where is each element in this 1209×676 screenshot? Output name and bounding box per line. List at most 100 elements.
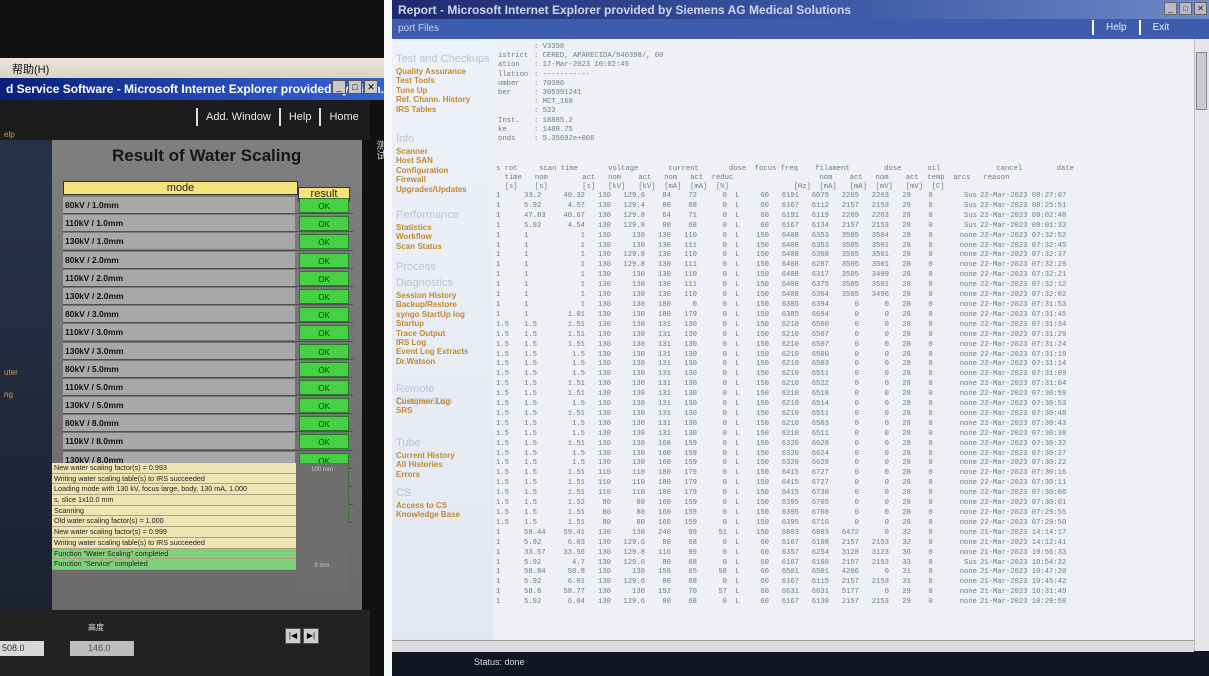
table-cell: 0 — [884, 390, 889, 399]
table-cell: 130 — [632, 429, 645, 438]
table-cell: 129.6 — [623, 558, 645, 567]
menu-help[interactable]: 帮助(H) — [12, 64, 49, 76]
table-cell: 2157 — [841, 538, 859, 547]
sidebar-link[interactable]: Current History — [396, 451, 455, 460]
previous-icon[interactable]: |◀ — [285, 628, 301, 644]
tab-help[interactable]: Help — [1092, 20, 1139, 35]
sidebar-link[interactable]: Scan Status — [396, 242, 442, 251]
table-cell: 28 — [902, 251, 911, 260]
mode-cell: 130kV / 3.0mm — [63, 342, 295, 359]
sidebar-link[interactable]: SRS — [396, 406, 412, 415]
table-cell: 6287 — [811, 261, 829, 270]
table-cell: none — [959, 578, 977, 587]
maximize-icon[interactable]: □ — [1179, 2, 1192, 15]
table-cell: L — [735, 211, 740, 220]
close-icon[interactable]: ✕ — [364, 80, 378, 94]
table-cell: none — [959, 489, 977, 498]
sidebar-link[interactable]: Ref. Chann. History — [396, 95, 470, 104]
table-cell: 0 — [854, 330, 859, 339]
horizontal-scrollbar[interactable] — [392, 640, 1194, 652]
table-cell: 150 — [756, 320, 769, 329]
table-cell: 1 — [580, 300, 585, 309]
next-icon[interactable]: ▶| — [303, 628, 319, 644]
table-cell: L — [735, 499, 740, 508]
table-cell: 6727 — [811, 479, 829, 488]
table-cell: 6317 — [811, 271, 829, 280]
table-cell: 0 — [722, 211, 727, 220]
side-link[interactable]: uter — [4, 368, 18, 377]
table-cell: none — [959, 251, 977, 260]
table-row: 1 1 1 130 130 130 110 0 L 150 6408 6317 3505 3499 28 0 n… — [496, 271, 1090, 281]
table-cell: 1.5 — [524, 469, 537, 478]
table-cell: 1.51 — [567, 340, 585, 349]
table-cell: 22-Mar-2023 07:30:01 — [980, 499, 1067, 508]
sidebar-link[interactable]: IRS Log — [396, 338, 426, 347]
sidebar-link[interactable]: Scanner — [396, 147, 428, 156]
scrollbar-thumb[interactable] — [1196, 52, 1207, 110]
table-cell: 28 — [902, 390, 911, 399]
log-entry: Writing water scaling table(s) to IRS su… — [52, 473, 296, 485]
value-field-2[interactable]: 146.0 — [70, 641, 134, 656]
table-cell: 2157 — [841, 221, 859, 230]
sidebar-link[interactable]: Trace Output — [396, 329, 445, 338]
sidebar-link[interactable]: Backup/Restore — [396, 300, 457, 309]
table-cell: 130 — [598, 192, 611, 200]
table-cell: 2153 — [871, 201, 889, 210]
sidebar-link[interactable]: Errors — [396, 470, 420, 479]
table-cell: 84 — [662, 192, 671, 200]
sidebar-link[interactable]: Event Log Extracts — [396, 347, 468, 356]
tab-help[interactable]: Help — [278, 108, 320, 126]
table-cell: 150 — [756, 409, 769, 418]
sidebar-link[interactable]: Quality Assurance — [396, 67, 466, 76]
menu-report-files[interactable]: port Files — [398, 23, 439, 34]
sidebar-link[interactable]: Access to CS — [396, 501, 447, 510]
log-entry: Scanning — [52, 505, 296, 517]
table-cell: 0 — [722, 300, 727, 309]
side-link[interactable]: ng — [4, 390, 13, 399]
tab-exit[interactable]: Exit — [1138, 20, 1182, 35]
sidebar-link[interactable]: Workflow — [396, 232, 432, 241]
table-cell: L — [735, 370, 740, 379]
sidebar-link[interactable]: Host SAN — [396, 156, 433, 165]
sidebar-link[interactable]: All Histories — [396, 460, 443, 469]
metadata-line: : V3358 — [498, 43, 663, 52]
sidebar-link[interactable]: Statistics — [396, 223, 432, 232]
table-cell: 1 — [496, 221, 501, 230]
sidebar-link[interactable]: Firewall — [396, 175, 426, 184]
close-icon[interactable]: ✕ — [1194, 2, 1207, 15]
sidebar-link[interactable]: Upgrades/Updates — [396, 185, 467, 194]
value-field-1[interactable]: 508.0 — [0, 641, 44, 656]
sidebar-link[interactable]: syngo StartUp log — [396, 310, 465, 319]
maximize-icon[interactable]: □ — [348, 80, 362, 94]
sidebar-link[interactable]: Startup — [396, 319, 424, 328]
log-scroll[interactable]: 100 mm 0 mm — [296, 463, 348, 593]
table-cell: 0 — [884, 588, 889, 597]
sidebar-link[interactable]: Customer Log — [396, 397, 450, 406]
table-cell: L — [735, 350, 740, 359]
table-cell: none — [959, 518, 977, 527]
table-cell: 0 — [884, 340, 889, 349]
metadata-line: umber: 70386 — [498, 80, 663, 89]
sidebar-link[interactable]: Test Tools — [396, 76, 435, 85]
table-cell: 1.5 — [572, 400, 585, 409]
sidebar-link[interactable]: Dr.Watson — [396, 357, 435, 366]
metadata-line: istrict: CERED, APARECIDA/846398/, 00 — [498, 52, 663, 61]
tab-home[interactable]: Home — [319, 108, 366, 126]
side-link[interactable]: elp — [4, 130, 15, 139]
vertical-scrollbar[interactable] — [1194, 39, 1209, 651]
sidebar-link[interactable]: Session History — [396, 291, 456, 300]
sidebar-link[interactable]: Tune Up — [396, 86, 427, 95]
minimize-icon[interactable]: _ — [1164, 2, 1177, 15]
tab-add-window[interactable]: Add. Window — [196, 108, 279, 126]
table-cell: 3501 — [871, 261, 889, 270]
sidebar-link[interactable]: Configuration — [396, 166, 448, 175]
sidebar-link[interactable]: Knowledge Base — [396, 510, 460, 519]
table-cell: 130 — [632, 528, 645, 537]
minimize-icon[interactable]: _ — [332, 80, 346, 94]
sidebar-link[interactable]: IRS Tables — [396, 105, 436, 114]
table-cell: 28 — [902, 231, 911, 240]
table-cell: 130 — [598, 419, 611, 428]
table-cell: 1.5 — [572, 459, 585, 468]
table-cell: 0 — [722, 400, 727, 409]
table-cell: 0 — [722, 192, 727, 200]
